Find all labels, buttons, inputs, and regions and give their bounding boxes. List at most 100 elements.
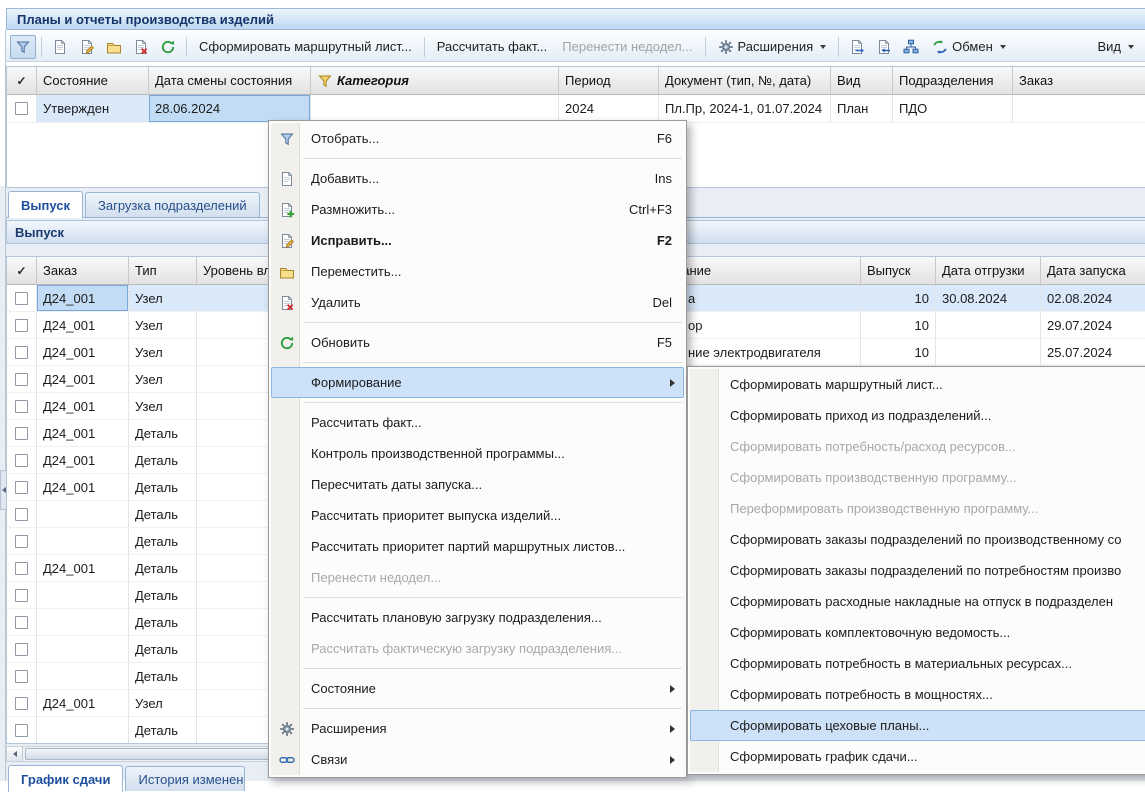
column-header[interactable]: Подразделения [893,67,1013,95]
grid-cell[interactable] [37,717,129,744]
column-header[interactable]: Вид [831,67,893,95]
grid-cell[interactable] [311,95,559,123]
grid-cell[interactable]: 02.08.2024 [1041,285,1145,312]
menu-item[interactable]: Связи [271,744,684,775]
row-checkbox[interactable] [15,102,28,115]
refresh-button[interactable] [155,35,181,59]
menu-item[interactable]: Сформировать маршрутный лист... [690,369,1145,400]
row-checkbox[interactable] [15,400,28,413]
grid-cell[interactable] [37,609,129,636]
column-header[interactable]: Выпуск [861,257,936,285]
grid-cell[interactable]: Д24_001 [37,339,129,366]
menu-item[interactable]: Переместить... [271,256,684,287]
menu-item[interactable]: Рассчитать фактическую загрузку подразде… [271,633,684,664]
scroll-left-button[interactable] [7,747,23,761]
grid-cell[interactable]: 25.07.2024 [1041,339,1145,366]
menu-item[interactable]: ОбновитьF5 [271,327,684,358]
grid-cell[interactable]: 28.06.2024 [149,95,311,123]
calculate-fact-button[interactable]: Рассчитать факт... [430,35,555,59]
grid-cell[interactable]: План [831,95,893,123]
grid-cell[interactable]: ПДО [893,95,1013,123]
column-header[interactable]: ✓ [7,257,37,285]
row-checkbox[interactable] [15,373,28,386]
grid-cell[interactable] [7,555,37,582]
grid-cell[interactable] [7,312,37,339]
grid-cell[interactable] [37,636,129,663]
structure-button[interactable] [898,35,924,59]
menu-item[interactable]: Рассчитать плановую загрузку подразделен… [271,602,684,633]
grid-cell[interactable]: Узел [129,393,197,420]
grid-cell[interactable]: Д24_001 [37,447,129,474]
grid-cell[interactable]: Деталь [129,447,197,474]
grid-cell[interactable] [37,501,129,528]
row-checkbox[interactable] [15,589,28,602]
column-header[interactable]: Дата запуска [1041,257,1145,285]
row-checkbox[interactable] [15,292,28,305]
grid-cell[interactable]: 10 [861,312,936,339]
row-checkbox[interactable] [15,616,28,629]
column-header[interactable]: Документ (тип, №, дата) [659,67,831,95]
grid-cell[interactable] [7,393,37,420]
create-route-sheet-button[interactable]: Сформировать маршрутный лист... [192,35,419,59]
menu-item[interactable]: Состояние [271,673,684,704]
menu-item-active[interactable]: Сформировать цеховые планы... [690,710,1145,741]
grid-cell[interactable]: Деталь [129,582,197,609]
extensions-button[interactable]: Расширения [711,35,834,59]
grid-cell[interactable]: Д24_001 [37,312,129,339]
grid-cell[interactable] [7,636,37,663]
column-header[interactable]: Период [559,67,659,95]
export-button[interactable] [844,35,870,59]
transfer-backlog-button[interactable]: Перенести недодел... [555,35,699,59]
column-header[interactable]: Дата отгрузки [936,257,1041,285]
grid-cell[interactable]: Деталь [129,528,197,555]
grid-cell[interactable]: 10 [861,339,936,366]
edit-button[interactable] [74,35,100,59]
row-checkbox[interactable] [15,319,28,332]
menu-item[interactable]: Расширения [271,713,684,744]
menu-item[interactable]: УдалитьDel [271,287,684,318]
grid-cell[interactable] [7,447,37,474]
column-header[interactable]: Состояние [37,67,149,95]
menu-item[interactable]: Сформировать потребность/расход ресурсов… [690,431,1145,462]
tab-istoriya-izmeneniy[interactable]: История изменений [125,766,245,791]
menu-item[interactable]: Сформировать потребность в материальных … [690,648,1145,679]
grid-cell[interactable]: Узел [129,366,197,393]
grid-cell[interactable]: 2024 [559,95,659,123]
menu-item[interactable]: Рассчитать факт... [271,407,684,438]
grid-cell[interactable]: Д24_001 [37,555,129,582]
delete-button[interactable] [128,35,154,59]
menu-item[interactable]: Сформировать расходные накладные на отпу… [690,586,1145,617]
grid-cell[interactable]: 10 [861,285,936,312]
grid-cell[interactable] [37,528,129,555]
grid-cell[interactable]: Деталь [129,474,197,501]
grid-cell[interactable]: Утвержден [37,95,149,123]
row-checkbox[interactable] [15,535,28,548]
grid-cell[interactable] [7,717,37,744]
menu-item[interactable]: Контроль производственной программы... [271,438,684,469]
row-checkbox[interactable] [15,508,28,521]
grid-cell[interactable]: Деталь [129,636,197,663]
menu-item[interactable]: Отобрать...F6 [271,123,684,154]
row-checkbox[interactable] [15,724,28,737]
column-header[interactable]: Категория [311,67,559,95]
menu-item[interactable]: Рассчитать приоритет партий маршрутных л… [271,531,684,562]
grid-cell[interactable]: Деталь [129,420,197,447]
row-checkbox[interactable] [15,670,28,683]
column-header[interactable]: ✓ [7,67,37,95]
grid-cell[interactable] [7,528,37,555]
row-checkbox[interactable] [15,697,28,710]
grid-cell[interactable]: Узел [129,339,197,366]
menu-item[interactable]: Исправить...F2 [271,225,684,256]
grid-cell[interactable]: Узел [129,285,197,312]
filter-button[interactable] [10,35,36,59]
exchange-button[interactable]: Обмен [925,35,1013,59]
view-button[interactable]: Вид [1090,35,1141,59]
tab-zagruzka-podrazdeleniy[interactable]: Загрузка подразделений [85,192,260,217]
grid-cell[interactable] [7,474,37,501]
grid-cell[interactable] [1013,95,1145,123]
grid-cell[interactable] [7,609,37,636]
grid-cell[interactable]: Деталь [129,663,197,690]
grid-cell[interactable]: Деталь [129,501,197,528]
row-checkbox[interactable] [15,427,28,440]
column-header[interactable]: Дата смены состояния [149,67,311,95]
